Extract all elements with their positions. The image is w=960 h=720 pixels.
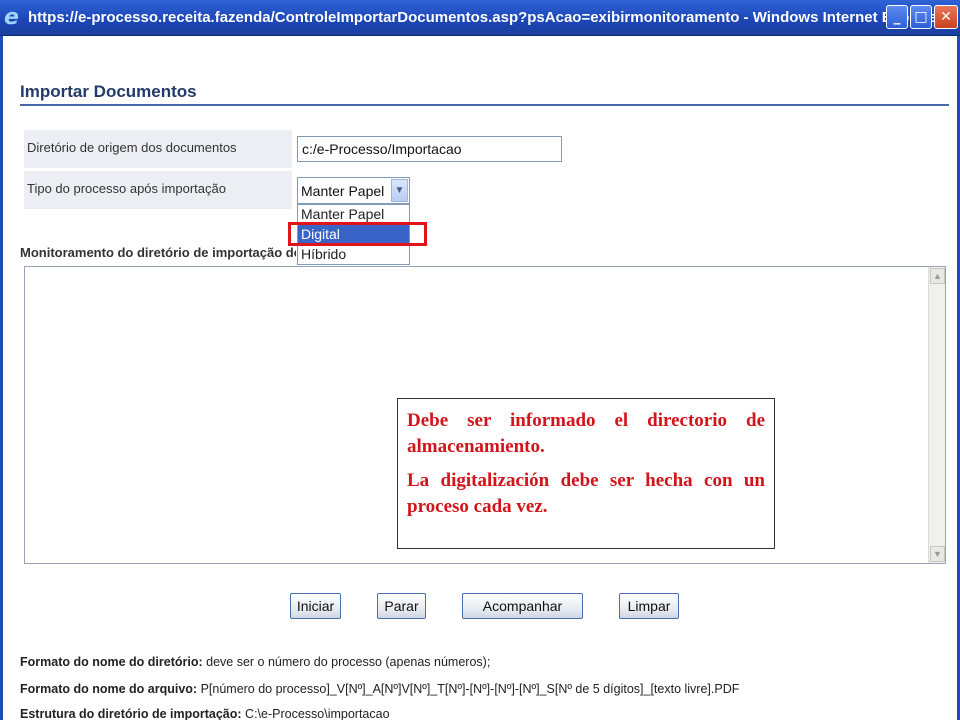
close-button[interactable]: ✕ (934, 5, 958, 29)
file-format-info: Formato do nome do arquivo: P[número do … (20, 682, 739, 696)
ie-logo-icon: e (4, 5, 19, 30)
structure-info: Estrutura do diretório de importação: C:… (20, 707, 390, 720)
limpar-button[interactable]: Limpar (619, 593, 679, 619)
chevron-down-icon[interactable]: ▼ (391, 179, 408, 202)
process-type-select[interactable]: Manter Papel ▼ (297, 177, 410, 204)
title-bar: e https://e-processo.receita.fazenda/Con… (0, 0, 960, 36)
structure-value: C:\e-Processo\importacao (241, 707, 390, 720)
annotation-line-2: La digitalización debe ser hecha con un … (407, 470, 765, 517)
window-border-left (0, 36, 3, 720)
highlight-annotation-box (288, 222, 427, 246)
dir-format-value: deve ser o número do processo (apenas nú… (202, 655, 491, 669)
window-title: https://e-processo.receita.fazenda/Contr… (28, 9, 943, 26)
minimize-button[interactable]: _ (886, 5, 908, 29)
annotation-note: Debe ser informado el directorio de alma… (397, 398, 775, 549)
title-divider (20, 104, 949, 106)
option-hibrido[interactable]: Híbrido (298, 245, 409, 265)
scroll-down-icon[interactable]: ▼ (930, 546, 945, 562)
maximize-button[interactable]: □ (910, 5, 932, 29)
annotation-line-1: Debe ser informado el directorio de alma… (407, 410, 765, 457)
structure-label: Estrutura do diretório de importação: (20, 707, 242, 720)
acompanhar-button[interactable]: Acompanhar (462, 593, 583, 619)
parar-button[interactable]: Parar (377, 593, 426, 619)
process-type-label: Tipo do processo após importação (24, 171, 292, 209)
file-format-value: P[número do processo]_V[Nº]_A[Nº]V[Nº]_T… (197, 682, 740, 696)
page-title: Importar Documentos (20, 82, 197, 101)
dir-origin-label: Diretório de origem dos documentos (24, 130, 292, 168)
process-type-selected-value: Manter Papel (301, 183, 385, 199)
dir-format-label: Formato do nome do diretório: (20, 655, 203, 669)
file-format-label: Formato do nome do arquivo: (20, 682, 198, 696)
dir-origin-input[interactable] (297, 136, 562, 162)
iniciar-button[interactable]: Iniciar (290, 593, 341, 619)
dir-format-info: Formato do nome do diretório: deve ser o… (20, 655, 490, 669)
monitor-scrollbar[interactable]: ▲ ▼ (928, 267, 945, 563)
scroll-up-icon[interactable]: ▲ (930, 268, 945, 284)
monitor-label: Monitoramento do diretório de importação… (20, 245, 296, 260)
